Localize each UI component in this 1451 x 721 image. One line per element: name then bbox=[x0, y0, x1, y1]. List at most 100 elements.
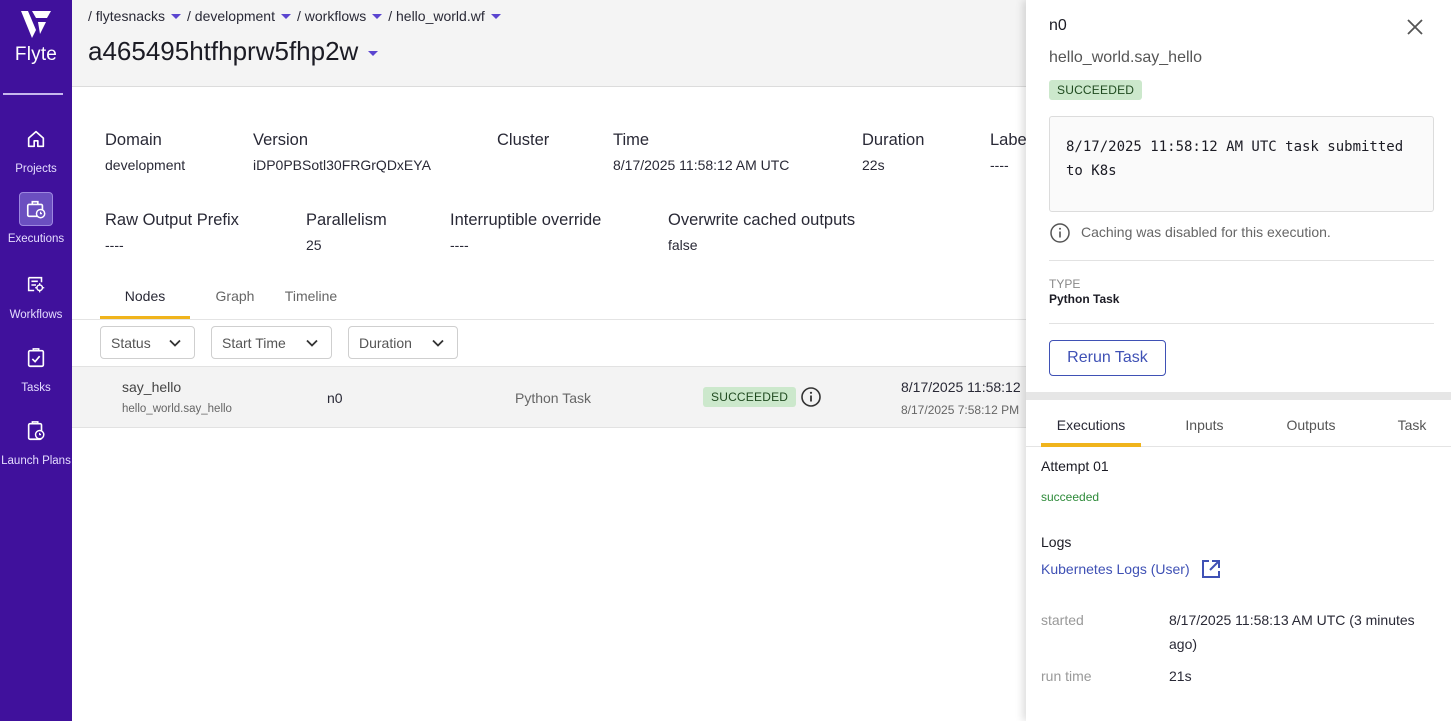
meta-interruptible-value: ---- bbox=[450, 237, 469, 253]
started-label: started bbox=[1041, 612, 1084, 628]
chevron-down-icon bbox=[169, 339, 181, 347]
filter-label: Start Time bbox=[222, 334, 286, 351]
started-value-cont: ago) bbox=[1169, 636, 1198, 652]
execution-tabs: Nodes Graph Timeline bbox=[100, 280, 342, 320]
tab-task[interactable]: Task bbox=[1386, 405, 1438, 447]
duration-filter[interactable]: Duration bbox=[348, 326, 458, 359]
tab-outputs[interactable]: Outputs bbox=[1274, 405, 1348, 447]
status-filter[interactable]: Status bbox=[100, 326, 195, 359]
meta-labels-label: Labe bbox=[990, 131, 1027, 149]
tab-executions[interactable]: Executions bbox=[1041, 405, 1141, 447]
attempt-heading: Attempt 01 bbox=[1041, 458, 1109, 474]
meta-parallelism-value: 25 bbox=[306, 237, 322, 253]
node-id: n0 bbox=[327, 390, 343, 406]
execution-header: / flytesnacks / development / workflows … bbox=[72, 0, 1026, 87]
divider bbox=[1049, 323, 1434, 324]
tasks-icon bbox=[19, 341, 53, 375]
meta-labels-value: ---- bbox=[990, 157, 1009, 173]
status-badge-label: SUCCEEDED bbox=[703, 387, 797, 407]
breadcrumb-domain[interactable]: / development bbox=[187, 8, 291, 24]
meta-parallelism-label: Parallelism bbox=[306, 211, 387, 229]
breadcrumb: / flytesnacks / development / workflows … bbox=[88, 8, 507, 24]
info-icon[interactable] bbox=[800, 386, 822, 413]
sidebar-item-workflows[interactable]: Workflows bbox=[0, 268, 72, 321]
breadcrumb-workflows[interactable]: / workflows bbox=[296, 8, 383, 24]
page-title: a465495htfhprw5fhp2w bbox=[88, 36, 359, 66]
meta-time-label: Time bbox=[613, 131, 650, 149]
meta-interruptible-label: Interruptible override bbox=[450, 211, 602, 229]
breadcrumb-label: / hello_world.wf bbox=[388, 8, 485, 24]
info-icon bbox=[1049, 222, 1071, 249]
table-row[interactable]: say_hello hello_world.say_hello n0 Pytho… bbox=[72, 366, 1026, 428]
divider bbox=[1049, 260, 1434, 261]
chevron-down-icon bbox=[171, 13, 182, 19]
sidebar-item-executions[interactable]: Executions bbox=[0, 192, 72, 245]
external-link-icon bbox=[1201, 560, 1220, 578]
filter-label: Status bbox=[111, 334, 151, 351]
meta-domain-value: development bbox=[105, 157, 186, 173]
breadcrumb-label: / workflows bbox=[296, 8, 367, 24]
node-start-utc: 8/17/2025 11:58:12 bbox=[901, 379, 1021, 395]
flyte-logo-icon bbox=[21, 11, 51, 38]
logs-heading: Logs bbox=[1041, 534, 1072, 550]
tabs-divider bbox=[72, 319, 1026, 320]
cache-note: Caching was disabled for this execution. bbox=[1081, 224, 1331, 240]
breadcrumb-workflow[interactable]: / hello_world.wf bbox=[388, 8, 501, 24]
rerun-task-button[interactable]: Rerun Task bbox=[1049, 340, 1166, 376]
breadcrumb-label: / development bbox=[187, 8, 275, 24]
sidebar-item-projects[interactable]: Projects bbox=[0, 122, 72, 175]
logo-divider bbox=[3, 93, 63, 95]
executions-icon bbox=[19, 192, 53, 226]
type-label: TYPE bbox=[1049, 277, 1081, 291]
panel-tabs: Executions Inputs Outputs Task bbox=[1026, 405, 1451, 447]
tab-graph[interactable]: Graph bbox=[190, 280, 280, 320]
sidebar-item-label: Tasks bbox=[21, 382, 51, 394]
tab-nodes[interactable]: Nodes bbox=[100, 280, 190, 320]
runtime-label: run time bbox=[1041, 668, 1092, 684]
launch-plans-icon bbox=[19, 414, 53, 448]
chevron-down-icon bbox=[280, 13, 291, 19]
node-name: say_hello bbox=[122, 379, 182, 395]
started-value: 8/17/2025 11:58:13 AM UTC (3 minutes bbox=[1169, 612, 1415, 628]
chevron-down-icon bbox=[372, 13, 383, 19]
kubernetes-logs-link[interactable]: Kubernetes Logs (User) bbox=[1041, 558, 1222, 580]
filter-label: Duration bbox=[359, 334, 412, 351]
close-icon[interactable] bbox=[1405, 17, 1425, 42]
node-type: Python Task bbox=[515, 390, 592, 406]
node-start-local: 8/17/2025 7:58:12 PM bbox=[901, 403, 1020, 417]
flyte-logo[interactable]: Flyte bbox=[0, 8, 72, 66]
meta-version-label: Version bbox=[253, 131, 309, 149]
sidebar-item-tasks[interactable]: Tasks bbox=[0, 341, 72, 394]
start-time-filter[interactable]: Start Time bbox=[211, 326, 332, 359]
meta-time-value: 8/17/2025 11:58:12 AM UTC bbox=[613, 157, 790, 173]
tab-inputs[interactable]: Inputs bbox=[1166, 405, 1243, 447]
node-task-name: hello_world.say_hello bbox=[122, 403, 232, 415]
sidebar-item-label: Projects bbox=[15, 163, 57, 175]
runtime-value: 21s bbox=[1169, 668, 1192, 684]
home-icon bbox=[19, 122, 53, 156]
tab-timeline[interactable]: Timeline bbox=[280, 280, 342, 320]
sidebar-item-launch-plans[interactable]: Launch Plans bbox=[0, 414, 72, 467]
meta-version-value: iDP0PBSotl30FRGrQDxEYA bbox=[253, 157, 431, 173]
sidebar-item-label: Workflows bbox=[9, 309, 63, 321]
meta-duration-label: Duration bbox=[862, 131, 925, 149]
breadcrumb-project[interactable]: / flytesnacks bbox=[88, 8, 182, 24]
chevron-down-icon bbox=[368, 51, 379, 56]
meta-overwrite-label: Overwrite cached outputs bbox=[668, 211, 856, 229]
meta-overwrite-value: false bbox=[668, 237, 698, 253]
meta-cluster-label: Cluster bbox=[497, 131, 550, 149]
meta-raw-output-value: ---- bbox=[105, 237, 124, 253]
chevron-down-icon bbox=[490, 13, 501, 19]
meta-duration-value: 22s bbox=[862, 157, 885, 173]
panel-task-name: hello_world.say_hello bbox=[1049, 49, 1202, 66]
panel-node-id: n0 bbox=[1049, 17, 1067, 34]
status-badge-label: SUCCEEDED bbox=[1049, 80, 1143, 100]
event-log-box: 8/17/2025 11:58:12 AM UTC task submitted… bbox=[1049, 116, 1434, 212]
meta-raw-output-label: Raw Output Prefix bbox=[105, 211, 239, 229]
meta-domain-label: Domain bbox=[105, 131, 162, 149]
execution-id-title[interactable]: a465495htfhprw5fhp2w bbox=[88, 36, 379, 67]
status-badge: SUCCEEDED bbox=[1049, 80, 1143, 100]
node-details-panel: n0 hello_world.say_hello SUCCEEDED 8/17/… bbox=[1026, 0, 1451, 721]
sidebar: Flyte Projects Executions Workflows Task… bbox=[0, 0, 72, 721]
chevron-down-icon bbox=[306, 339, 318, 347]
